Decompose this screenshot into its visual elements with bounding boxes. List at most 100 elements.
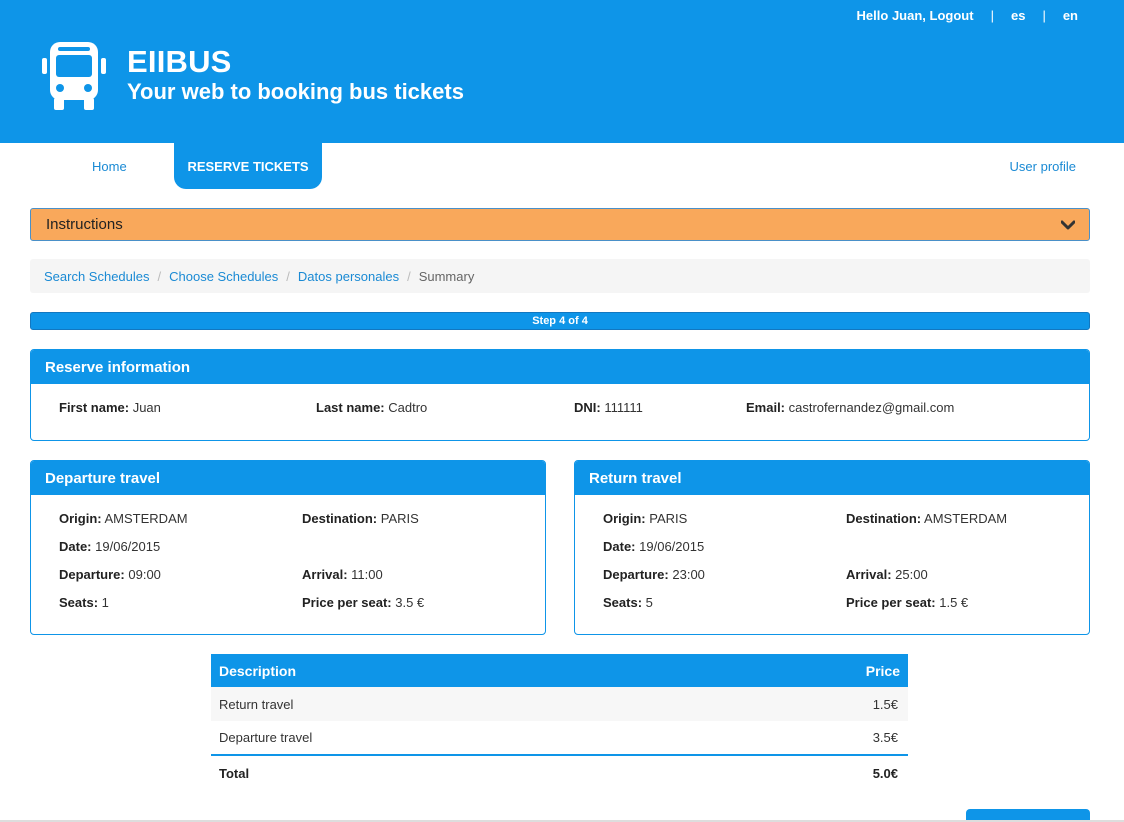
field-value: AMSTERDAM bbox=[104, 511, 188, 526]
field-label: Origin: bbox=[603, 511, 646, 526]
destination-field: Destination: AMSTERDAM bbox=[846, 511, 1007, 526]
breadcrumb-separator: / bbox=[157, 268, 162, 284]
instructions-toggle[interactable]: Instructions bbox=[30, 208, 1090, 241]
field-label: Email: bbox=[746, 400, 786, 415]
seats-field: Seats: 5 bbox=[603, 595, 653, 610]
field-value: 1 bbox=[101, 595, 109, 610]
return-travel-panel: Return travel Origin: PARIS Destination:… bbox=[574, 460, 1090, 635]
nav-user-profile[interactable]: User profile bbox=[1010, 159, 1076, 174]
field-label: Price per seat: bbox=[302, 595, 392, 610]
field-label: DNI: bbox=[574, 400, 601, 415]
main-nav: Home RESERVE TICKETS User profile bbox=[0, 143, 1124, 193]
departure-travel-panel: Departure travel Origin: AMSTERDAM Desti… bbox=[30, 460, 546, 635]
bus-icon bbox=[42, 42, 106, 110]
row-description: Departure travel bbox=[219, 730, 313, 745]
field-label: Destination: bbox=[846, 511, 922, 526]
lang-en-link[interactable]: en bbox=[1063, 8, 1078, 23]
first-name-field: First name: Juan bbox=[59, 400, 161, 415]
price-per-seat-field: Price per seat: 3.5 € bbox=[302, 595, 424, 610]
instructions-label: Instructions bbox=[46, 216, 123, 233]
origin-field: Origin: PARIS bbox=[603, 511, 687, 526]
field-label: Seats: bbox=[603, 595, 643, 610]
total-label: Total bbox=[211, 754, 692, 790]
dni-field: DNI: 111111 bbox=[574, 400, 643, 415]
field-value: 5 bbox=[645, 595, 653, 610]
breadcrumb-separator: / bbox=[286, 268, 290, 284]
column-header-description: Description bbox=[211, 654, 692, 687]
panel-title: Departure travel bbox=[31, 461, 545, 495]
breadcrumb-summary: Summary bbox=[418, 268, 475, 284]
field-value: Juan bbox=[132, 400, 161, 415]
email-field: Email: castrofernandez@gmail.com bbox=[746, 400, 954, 415]
greeting-text: Hello Juan, bbox=[856, 8, 926, 23]
table-header-row: Description Price bbox=[211, 654, 908, 687]
field-value: PARIS bbox=[380, 511, 419, 526]
price-summary-table: Description Price Return travel 1.5€ Dep… bbox=[211, 654, 908, 790]
field-label: Destination: bbox=[302, 511, 378, 526]
user-bar: Hello Juan, Logout | es | en bbox=[857, 8, 1078, 23]
field-value: Cadtro bbox=[388, 400, 428, 415]
total-value: 5.0€ bbox=[691, 754, 908, 790]
progress-label: Step 4 of 4 bbox=[532, 315, 588, 327]
field-value: 1.5 € bbox=[939, 595, 969, 610]
field-value: 23:00 bbox=[672, 567, 705, 582]
field-value: 3.5 € bbox=[395, 595, 425, 610]
logout-link[interactable]: Logout bbox=[930, 8, 974, 23]
departure-time-field: Departure: 23:00 bbox=[603, 567, 705, 582]
field-value: 111111 bbox=[604, 400, 643, 415]
panel-title: Reserve information bbox=[31, 350, 1089, 384]
field-label: First name: bbox=[59, 400, 130, 415]
field-value: 09:00 bbox=[128, 567, 161, 582]
field-label: Date: bbox=[59, 539, 92, 554]
separator: | bbox=[990, 8, 994, 23]
site-header: Hello Juan, Logout | es | en EIIBUS Your… bbox=[0, 0, 1124, 143]
destination-field: Destination: PARIS bbox=[302, 511, 419, 526]
breadcrumb: Search Schedules / Choose Schedules / Da… bbox=[30, 259, 1090, 293]
date-field: Date: 19/06/2015 bbox=[603, 539, 704, 554]
field-value: 11:00 bbox=[351, 567, 383, 582]
column-header-price: Price bbox=[691, 654, 908, 687]
arrival-time-field: Arrival: 11:00 bbox=[302, 567, 383, 582]
site-title: EIIBUS bbox=[127, 44, 232, 79]
nav-reserve-tickets[interactable]: RESERVE TICKETS bbox=[174, 143, 322, 189]
row-description: Return travel bbox=[211, 687, 692, 721]
row-price: 1.5€ bbox=[691, 687, 908, 721]
field-label: Last name: bbox=[316, 400, 385, 415]
panel-title: Return travel bbox=[575, 461, 1089, 495]
field-value: 19/06/2015 bbox=[95, 539, 161, 554]
breadcrumb-choose-schedules[interactable]: Choose Schedules bbox=[169, 269, 278, 284]
nav-home[interactable]: Home bbox=[92, 159, 127, 174]
breadcrumb-separator: / bbox=[407, 268, 411, 284]
field-label: Departure: bbox=[603, 567, 669, 582]
table-row: Return travel 1.5€ bbox=[211, 687, 908, 721]
departure-time-field: Departure: 09:00 bbox=[59, 567, 161, 582]
field-value: 19/06/2015 bbox=[639, 539, 705, 554]
breadcrumb-search-schedules[interactable]: Search Schedules bbox=[44, 269, 150, 284]
field-label: Seats: bbox=[59, 595, 99, 610]
lang-es-link[interactable]: es bbox=[1011, 8, 1025, 23]
reserve-info-panel: Reserve information First name: Juan Las… bbox=[30, 349, 1090, 441]
total-row: Total 5.0€ bbox=[211, 754, 908, 790]
breadcrumb-datos-personales[interactable]: Datos personales bbox=[298, 269, 399, 284]
field-value: castrofernandez@gmail.com bbox=[788, 400, 955, 415]
price-per-seat-field: Price per seat: 1.5 € bbox=[846, 595, 968, 610]
field-label: Arrival: bbox=[302, 567, 348, 582]
field-value: AMSTERDAM bbox=[924, 511, 1008, 526]
seats-field: Seats: 1 bbox=[59, 595, 109, 610]
table-row: Departure travel 3.5€ bbox=[211, 721, 908, 755]
field-label: Arrival: bbox=[846, 567, 892, 582]
row-price: 3.5€ bbox=[872, 730, 898, 745]
site-subtitle: Your web to booking bus tickets bbox=[127, 79, 464, 104]
field-label: Departure: bbox=[59, 567, 125, 582]
field-value: 25:00 bbox=[895, 567, 928, 582]
field-label: Date: bbox=[603, 539, 636, 554]
chevron-down-icon bbox=[1061, 220, 1075, 229]
separator: | bbox=[1042, 8, 1046, 23]
origin-field: Origin: AMSTERDAM bbox=[59, 511, 188, 526]
date-field: Date: 19/06/2015 bbox=[59, 539, 160, 554]
last-name-field: Last name: Cadtro bbox=[316, 400, 427, 415]
field-value: PARIS bbox=[649, 511, 688, 526]
field-label: Price per seat: bbox=[846, 595, 936, 610]
field-label: Origin: bbox=[59, 511, 102, 526]
arrival-time-field: Arrival: 25:00 bbox=[846, 567, 928, 582]
